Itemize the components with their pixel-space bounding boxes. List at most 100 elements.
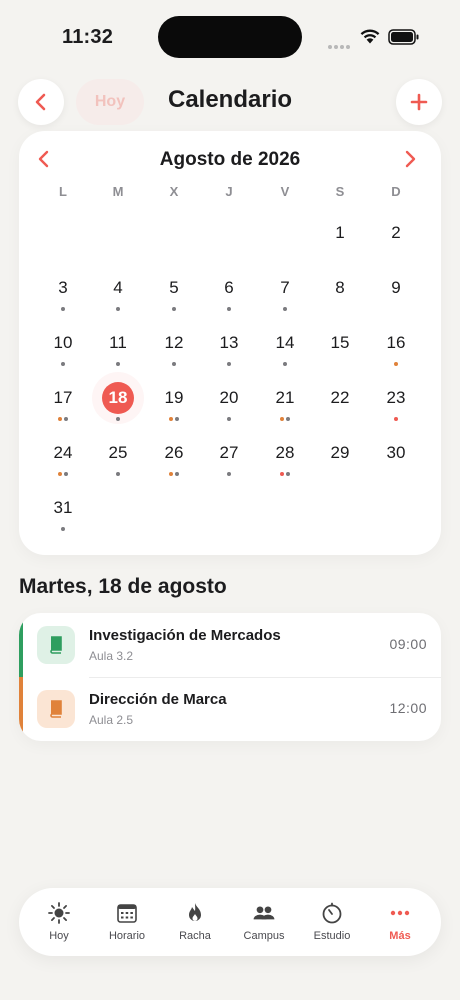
calendar-day-number: 11 [109,333,127,352]
event-indicators [96,362,140,366]
calendar-day[interactable]: 17 [41,387,85,437]
event-dot [64,472,68,476]
calendar-day[interactable]: 12 [152,332,196,382]
calendar-day[interactable]: 19 [152,387,196,437]
event-indicators [152,362,196,366]
event-indicators [41,417,85,421]
previous-month-button[interactable] [37,149,51,174]
event-dot [280,417,284,421]
event-room: Aula 2.5 [89,713,134,727]
calendar-day[interactable]: 30 [374,442,418,492]
event-indicators [96,472,140,476]
calendar-day-number: 2 [391,223,401,242]
calendar-day[interactable]: 28 [263,442,307,492]
event-dot [286,472,290,476]
book-icon [37,626,75,664]
event-dot [227,417,231,421]
tab-hoy[interactable]: Hoy [24,888,94,956]
calendar-day[interactable]: 31 [41,497,85,547]
calendar-day[interactable]: 4 [96,277,140,327]
calendar-day[interactable]: 10 [41,332,85,382]
event-name: Investigación de Mercados [89,627,281,644]
event-dot [61,362,65,366]
divider [89,677,441,678]
chevron-right-icon [405,150,416,168]
calendar-day[interactable]: 11 [96,332,140,382]
add-button[interactable] [396,79,442,125]
event-row[interactable]: Investigación de Mercados Aula 3.2 09:00 [19,613,441,677]
calendar-day-number: 12 [164,333,184,352]
calendar-day[interactable]: 1 [318,222,362,272]
today-button[interactable]: Hoy [76,79,144,125]
event-list: Investigación de Mercados Aula 3.2 09:00 Di… [19,613,441,741]
calendar-day-number: 14 [275,333,295,352]
event-indicators [41,362,85,366]
event-indicators [207,307,251,311]
flame-icon [183,901,207,925]
event-indicators [41,527,85,531]
calendar-day[interactable]: 3 [41,277,85,327]
calendar-day[interactable]: 14 [263,332,307,382]
calendar-day-number: 30 [386,443,406,462]
calendar-day-number: 28 [275,443,295,462]
tab-racha[interactable]: Racha [160,888,230,956]
back-button[interactable] [18,79,64,125]
more-icon [388,901,412,925]
event-dot [58,472,62,476]
event-dot [64,417,68,421]
event-dot [280,472,284,476]
calendar-day-number: 10 [53,333,73,352]
calendar-day[interactable]: 22 [318,387,362,437]
chevron-left-icon [35,93,46,111]
tab-campus[interactable]: Campus [229,888,299,956]
tab-más[interactable]: Más [365,888,435,956]
calendar-day-number: 21 [275,388,295,407]
wifi-icon [359,28,381,49]
calendar-day[interactable]: 24 [41,442,85,492]
weekday-label: D [391,184,401,199]
calendar-day-number: 17 [53,388,73,407]
calendar-day[interactable]: 2 [374,222,418,272]
calendar-day-number: 24 [53,443,73,462]
calendar-day-number: 25 [108,443,128,462]
calendar-day[interactable]: 5 [152,277,196,327]
calendar-day[interactable]: 15 [318,332,362,382]
plus-icon [410,93,428,111]
calendar-day-number: 27 [219,443,239,462]
calendar-day[interactable]: 29 [318,442,362,492]
tab-horario[interactable]: Horario [92,888,162,956]
event-room: Aula 3.2 [89,649,134,663]
calendar-day[interactable]: 7 [263,277,307,327]
event-indicators [96,307,140,311]
event-color-bar [19,613,23,677]
book-icon [37,690,75,728]
event-dot [116,472,120,476]
tab-estudio[interactable]: Estudio [297,888,367,956]
event-indicators [96,417,140,421]
event-indicators [152,417,196,421]
calendar-day[interactable]: 13 [207,332,251,382]
tab-label: Más [389,930,411,942]
calendar-grid-icon [115,901,139,925]
calendar-day[interactable]: 18 [96,382,140,437]
calendar-day[interactable]: 23 [374,387,418,437]
next-month-button[interactable] [403,149,417,174]
calendar-day[interactable]: 27 [207,442,251,492]
event-dot [172,362,176,366]
event-time: 12:00 [389,700,427,716]
event-row[interactable]: Dirección de Marca Aula 2.5 12:00 [19,677,441,741]
calendar-day[interactable]: 21 [263,387,307,437]
calendar-day-number: 19 [164,388,184,407]
calendar-day[interactable]: 20 [207,387,251,437]
calendar-day[interactable]: 16 [374,332,418,382]
calendar-day[interactable]: 6 [207,277,251,327]
calendar-day[interactable]: 25 [96,442,140,492]
calendar-day-number: 8 [335,278,345,297]
calendar-day[interactable]: 8 [318,277,362,327]
calendar-day[interactable]: 9 [374,277,418,327]
event-indicators [41,307,85,311]
calendar-day-number: 18 [108,388,128,407]
event-indicators [263,417,307,421]
status-bar: 11:32 [0,0,460,70]
calendar-day[interactable]: 26 [152,442,196,492]
